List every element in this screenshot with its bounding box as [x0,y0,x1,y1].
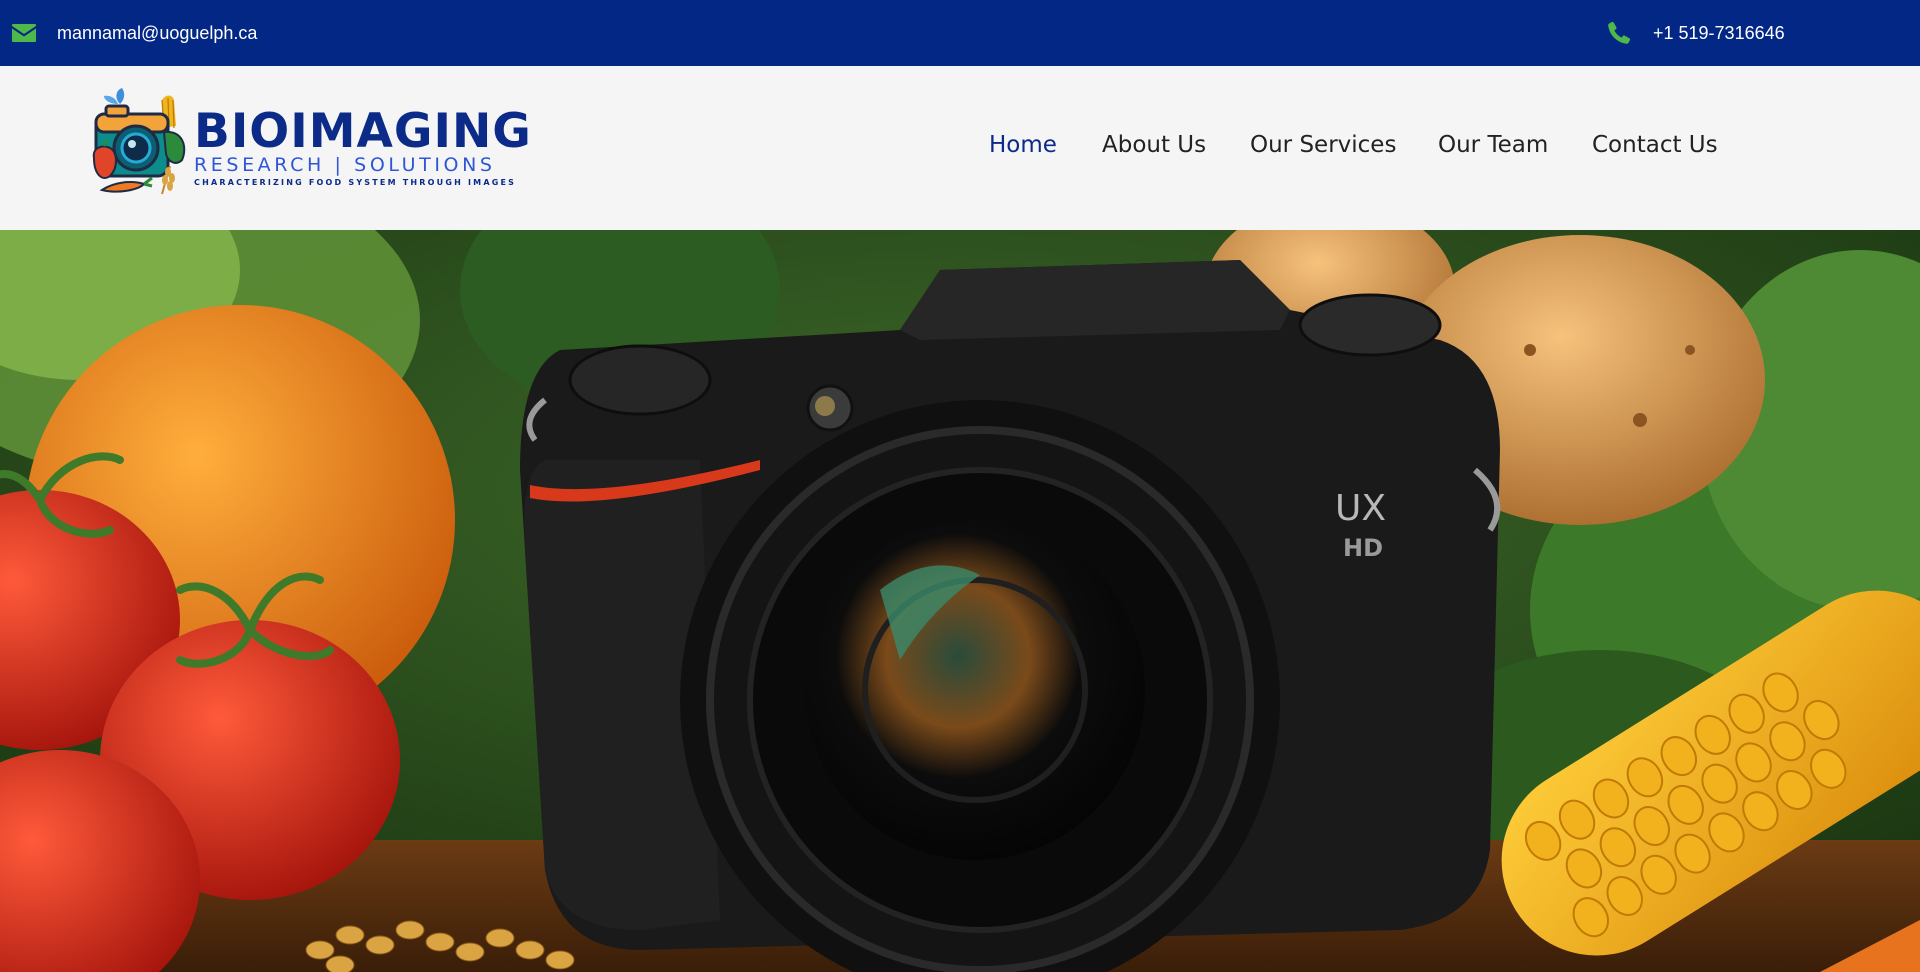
phone-number[interactable]: +1 519-7316646 [1653,23,1785,44]
nav-our-services[interactable]: Our Services [1250,132,1396,158]
email-address[interactable]: mannamal@uoguelph.ca [57,23,257,44]
phone-icon [1606,20,1632,46]
site-header: BIOIMAGING RESEARCH | SOLUTIONS CHARACTE… [0,66,1920,230]
nav-home[interactable]: Home [989,132,1057,158]
nav-our-team[interactable]: Our Team [1438,132,1548,158]
main-navigation: Home About Us Our Services Our Team Cont… [0,66,1920,230]
email-contact[interactable]: mannamal@uoguelph.ca [12,0,257,66]
top-contact-bar: mannamal@uoguelph.ca +1 519-7316646 [0,0,1920,66]
nav-contact-us[interactable]: Contact Us [1592,132,1718,158]
hero-banner-image: UX HD [0,230,1920,972]
envelope-icon [12,20,36,46]
nav-about-us[interactable]: About Us [1102,132,1206,158]
phone-contact[interactable]: +1 519-7316646 [1606,0,1785,66]
camera-brand-label: UX [1335,488,1386,529]
camera-model-label: HD [1343,534,1383,562]
